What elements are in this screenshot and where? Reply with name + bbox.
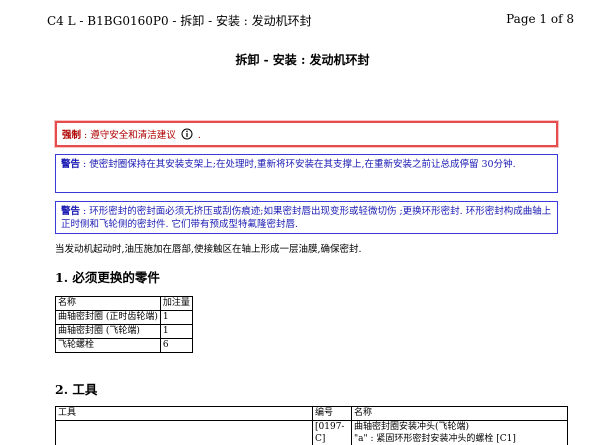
tools-table: 工具 编号 名称 [0197-C] 曲轴密封圈安装冲头(飞轮端) "a" : 紧… — [55, 406, 568, 445]
warning-text-2: : 环形密封的密封面必须无挤压或刮伤痕迹;如果密封唇出现变形或轻微切伤 ;更换环… — [61, 206, 552, 230]
parts-table: 名称 加注量 曲轴密封圈 (正时齿轮端) 1 曲轴密封圈 (飞轮端) 1 飞轮螺… — [55, 296, 193, 353]
page-header: C4 L - B1BG0160P0 - 拆卸 - 安装 : 发动机环封 Page… — [47, 12, 574, 30]
page-number: Page 1 of 8 — [506, 12, 574, 26]
intro-paragraph: 当发动机起动时,油压施加在唇部,使接触区在轴上形成一层油膜,确保密封. — [55, 244, 362, 255]
column-header: 加注量 — [159, 296, 193, 311]
mandatory-label: 强制 — [62, 130, 82, 141]
column-header: 编号 — [312, 406, 352, 421]
section-heading-parts: 1. 必须更换的零件 — [55, 270, 160, 285]
table-row: 飞轮螺栓 6 — [55, 338, 193, 353]
warning-notice-2: 警告 : 环形密封的密封面必须无挤压或刮伤痕迹;如果密封唇出现变形或轻微切伤 ;… — [55, 201, 558, 234]
part-quantity: 6 — [159, 338, 193, 353]
part-quantity: 1 — [159, 324, 193, 339]
tools-header-row: 工具 编号 名称 — [55, 406, 568, 421]
page-title: 拆卸 - 安装 : 发动机环封 — [235, 53, 370, 67]
table-row: 曲轴密封圈 (正时齿轮端) 1 — [55, 310, 193, 325]
tool-image-cell — [55, 420, 313, 445]
mandatory-tail: . — [194, 130, 201, 141]
info-circle-icon[interactable] — [181, 128, 193, 144]
warning-label-2: 警告 — [61, 206, 81, 217]
part-name: 曲轴密封圈 (正时齿轮端) — [55, 310, 161, 325]
parts-header-row: 名称 加注量 — [55, 296, 193, 311]
part-name: 飞轮螺栓 — [55, 338, 161, 353]
part-quantity: 1 — [159, 310, 193, 325]
part-name: 曲轴密封圈 (飞轮端) — [55, 324, 161, 339]
section-heading-tools: 2. 工具 — [55, 382, 98, 397]
column-header: 名称 — [351, 406, 568, 421]
tool-code: [0197-C] — [312, 420, 352, 445]
tools-table-container: 工具 编号 名称 [0197-C] 曲轴密封圈安装冲头(飞轮端) "a" : 紧… — [55, 406, 568, 445]
column-header: 名称 — [55, 296, 161, 311]
warning-label-1: 警告 — [61, 159, 81, 170]
table-row: 曲轴密封圈 (飞轮端) 1 — [55, 324, 193, 339]
warning-notice-1: 警告 : 使密封圈保持在其安装支架上;在处理时,重新将环安装在其支撑上,在重新安… — [55, 154, 558, 193]
column-header: 工具 — [55, 406, 313, 421]
tool-description: 曲轴密封圈安装冲头(飞轮端) "a" : 紧固环形密封安装冲头的螺栓 [C1] — [351, 420, 568, 445]
mandatory-notice: 强制 : 遵守安全和清洁建议 . — [55, 121, 558, 147]
document-id: C4 L - B1BG0160P0 - 拆卸 - 安装 : 发动机环封 — [47, 14, 312, 28]
table-row: [0197-C] 曲轴密封圈安装冲头(飞轮端) "a" : 紧固环形密封安装冲头… — [55, 420, 568, 445]
warning-text-1: : 使密封圈保持在其安装支架上;在处理时,重新将环安装在其支撑上,在重新安装之前… — [80, 159, 516, 170]
mandatory-text: : 遵守安全和清洁建议 — [81, 130, 176, 141]
